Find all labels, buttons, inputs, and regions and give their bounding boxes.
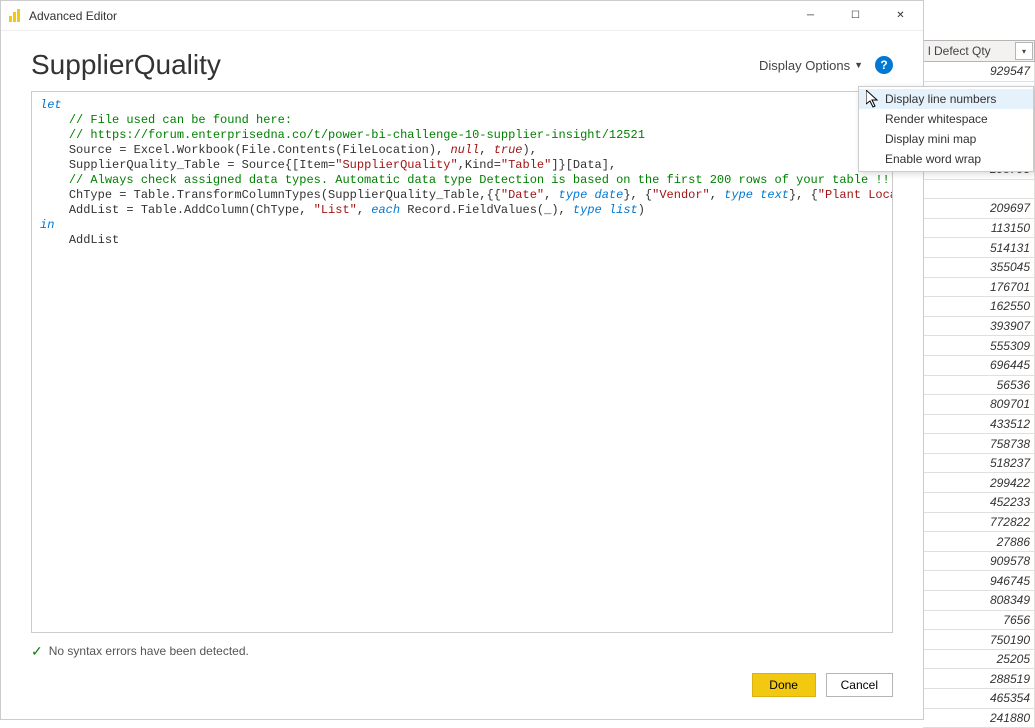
grid-cell[interactable]: 27886 — [923, 532, 1035, 552]
code-text: }, { — [789, 188, 818, 202]
code-type: type date — [559, 188, 624, 202]
grid-cell[interactable]: 113150 — [923, 219, 1035, 239]
grid-cell[interactable]: 518237 — [923, 454, 1035, 474]
grid-cell[interactable]: 241880 — [923, 709, 1035, 728]
code-text: ChType = Table.TransformColumnTypes(Supp… — [69, 188, 501, 202]
code-string: "Plant Location" — [818, 188, 893, 202]
code-keyword: let — [40, 98, 62, 112]
help-icon[interactable]: ? — [875, 56, 893, 74]
grid-cell[interactable]: 465354 — [923, 689, 1035, 709]
display-options-menu: Display line numbers Render whitespace D… — [858, 86, 1034, 172]
code-text: ,Kind= — [458, 158, 501, 172]
code-true: true — [494, 143, 523, 157]
grid-cell[interactable]: 772822 — [923, 513, 1035, 533]
code-editor[interactable]: let // File used can be found here: // h… — [31, 91, 893, 633]
grid-cell[interactable]: 288519 — [923, 669, 1035, 689]
code-text: , — [479, 143, 493, 157]
code-text: ), — [523, 143, 537, 157]
status-bar: ✓ No syntax errors have been detected. — [31, 637, 893, 665]
code-text: , — [544, 188, 558, 202]
close-button[interactable]: ✕ — [878, 1, 923, 30]
code-comment: // File used can be found here: — [69, 113, 292, 127]
grid-cell[interactable]: 209697 — [923, 199, 1035, 219]
code-text: , — [357, 203, 371, 217]
grid-cell[interactable]: 909578 — [923, 552, 1035, 572]
menu-item-minimap[interactable]: Display mini map — [859, 129, 1033, 149]
titlebar: Advanced Editor ─ ☐ ✕ — [1, 1, 923, 31]
code-text: ) — [638, 203, 645, 217]
display-options-button[interactable]: Display Options ▼ — [759, 58, 863, 73]
grid-cell[interactable]: 809701 — [923, 395, 1035, 415]
grid-cell[interactable]: 696445 — [923, 356, 1035, 376]
window-title: Advanced Editor — [29, 9, 788, 23]
grid-cell[interactable]: 514131 — [923, 238, 1035, 258]
cancel-button[interactable]: Cancel — [826, 673, 893, 697]
minimize-button[interactable]: ─ — [788, 1, 833, 30]
grid-cell[interactable]: 946745 — [923, 571, 1035, 591]
column-dropdown-icon[interactable]: ▾ — [1015, 42, 1033, 60]
grid-cell[interactable]: 750190 — [923, 630, 1035, 650]
grid-cell[interactable]: 758738 — [923, 434, 1035, 454]
query-name: SupplierQuality — [31, 49, 759, 81]
grid-cell[interactable] — [923, 180, 1035, 200]
grid-cell[interactable]: 929547 — [923, 62, 1035, 82]
code-string: "Vendor" — [652, 188, 710, 202]
code-keyword: in — [40, 218, 54, 232]
code-string: "Date" — [501, 188, 544, 202]
grid-cell[interactable]: 176701 — [923, 278, 1035, 298]
code-text: , — [710, 188, 724, 202]
editor-content: SupplierQuality Display Options ▼ ? let … — [1, 31, 923, 719]
code-null: null — [450, 143, 479, 157]
code-comment: // https://forum.enterprisedna.co/t/powe… — [69, 128, 645, 142]
code-text: SupplierQuality_Table = Source{[Item= — [69, 158, 335, 172]
grid-cell[interactable]: 452233 — [923, 493, 1035, 513]
code-string: "List" — [314, 203, 357, 217]
code-comment: // Always check assigned data types. Aut… — [69, 173, 893, 187]
code-text: Record.FieldValues(_), — [400, 203, 573, 217]
code-text: AddList — [69, 233, 119, 247]
menu-item-line-numbers[interactable]: Display line numbers — [859, 89, 1033, 109]
code-text: ]}[Data], — [551, 158, 616, 172]
menu-item-wordwrap[interactable]: Enable word wrap — [859, 149, 1033, 169]
code-type: type text — [724, 188, 789, 202]
menu-item-whitespace[interactable]: Render whitespace — [859, 109, 1033, 129]
grid-cell[interactable]: 355045 — [923, 258, 1035, 278]
grid-cell[interactable]: 299422 — [923, 473, 1035, 493]
status-message: No syntax errors have been detected. — [49, 644, 249, 658]
chevron-down-icon: ▼ — [854, 60, 863, 70]
grid-cell[interactable]: 25205 — [923, 650, 1035, 670]
dialog-buttons: Done Cancel — [31, 665, 893, 709]
code-keyword: each — [371, 203, 400, 217]
column-header-defect-qty[interactable]: l Defect Qty ▾ — [923, 40, 1035, 62]
grid-cell[interactable]: 808349 — [923, 591, 1035, 611]
check-icon: ✓ — [31, 643, 43, 660]
code-string: "Table" — [501, 158, 551, 172]
grid-cell[interactable]: 162550 — [923, 297, 1035, 317]
display-options-label: Display Options — [759, 58, 850, 73]
code-text: AddList = Table.AddColumn(ChType, — [69, 203, 314, 217]
grid-cell[interactable]: 555309 — [923, 336, 1035, 356]
maximize-button[interactable]: ☐ — [833, 1, 878, 30]
grid-cell[interactable]: 56536 — [923, 376, 1035, 396]
header-row: SupplierQuality Display Options ▼ ? — [31, 49, 893, 81]
column-header-label: l Defect Qty — [928, 44, 991, 58]
done-button[interactable]: Done — [752, 673, 816, 697]
code-text: Source = Excel.Workbook(File.Contents(Fi… — [69, 143, 451, 157]
app-icon — [7, 8, 23, 24]
code-type: type list — [573, 203, 638, 217]
advanced-editor-window: Advanced Editor ─ ☐ ✕ SupplierQuality Di… — [0, 0, 924, 720]
code-string: "SupplierQuality" — [335, 158, 457, 172]
window-controls: ─ ☐ ✕ — [788, 1, 923, 30]
code-text: }, { — [623, 188, 652, 202]
grid-cell[interactable]: 393907 — [923, 317, 1035, 337]
grid-cell[interactable]: 7656 — [923, 611, 1035, 631]
grid-cell[interactable]: 433512 — [923, 415, 1035, 435]
